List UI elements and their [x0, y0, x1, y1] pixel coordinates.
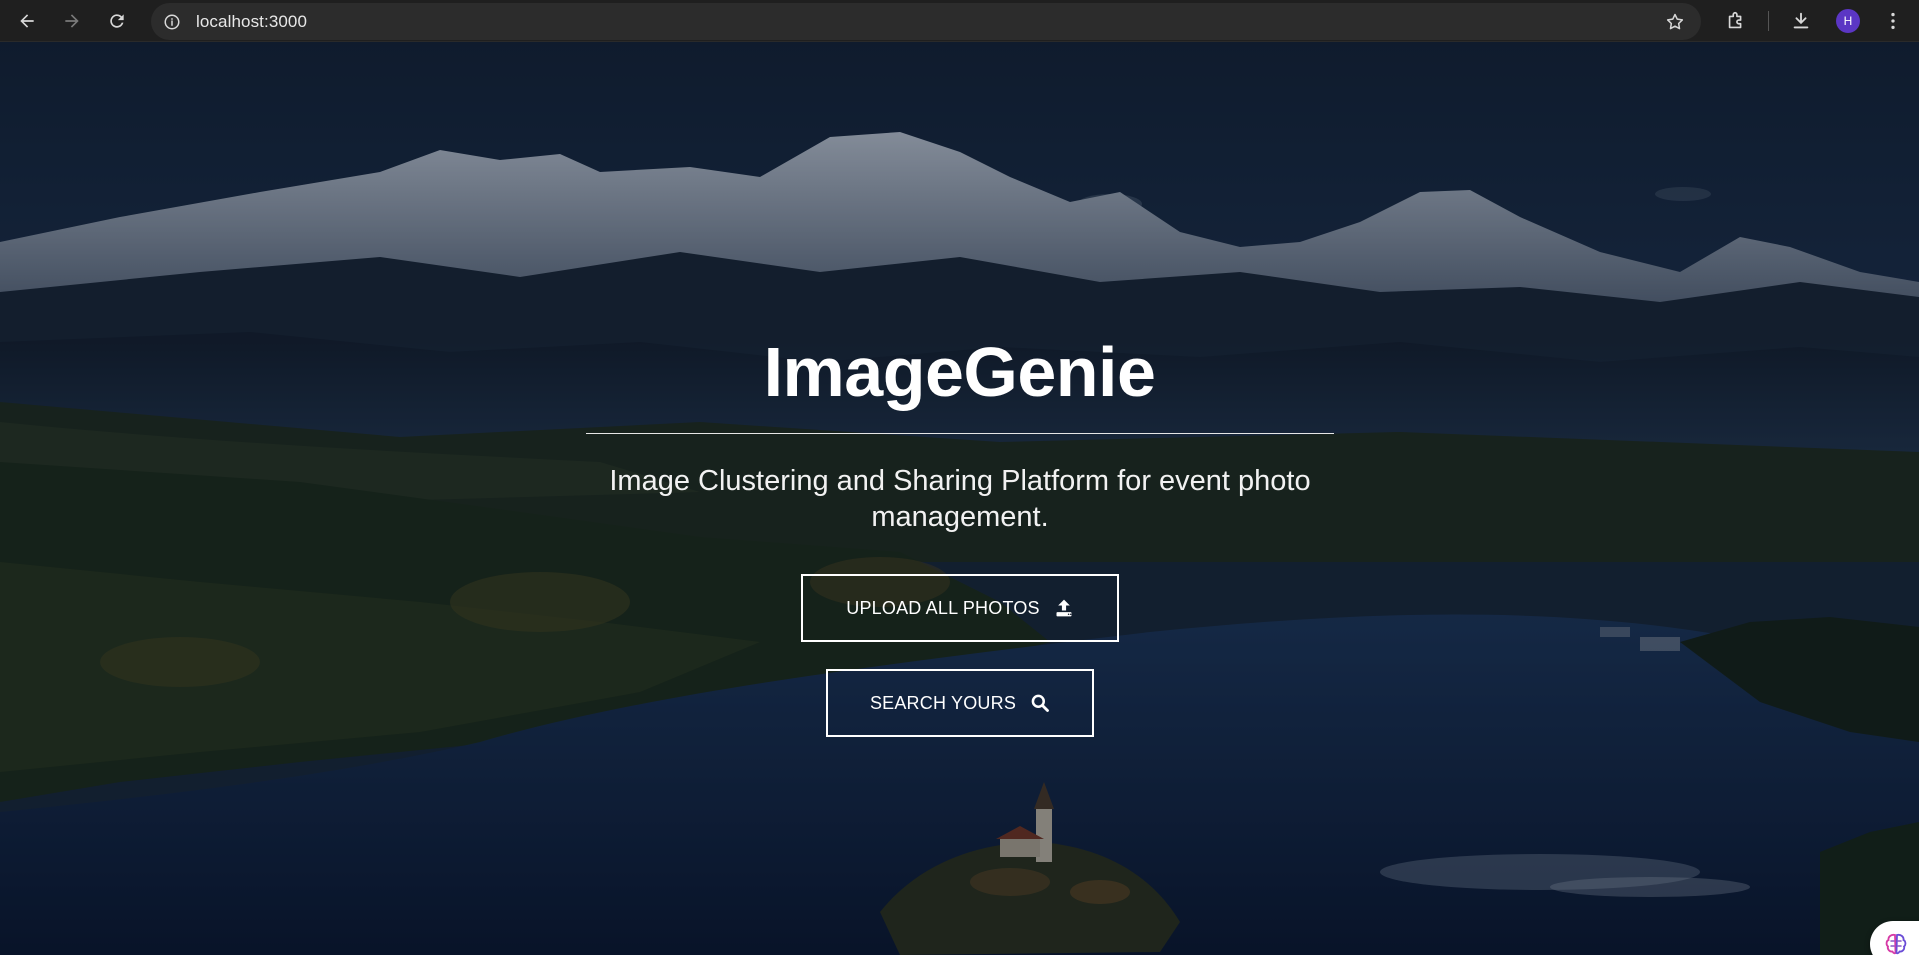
reload-icon: [110, 14, 124, 28]
upload-all-photos-button[interactable]: UPLOAD ALL PHOTOS: [801, 574, 1119, 642]
downloads-icon[interactable]: [1788, 8, 1814, 34]
extensions-icon[interactable]: [1723, 8, 1749, 34]
search-button-label: SEARCH YOURS: [869, 692, 1017, 713]
address-bar[interactable]: localhost:3000: [151, 3, 1701, 40]
arrow-left-icon: [20, 14, 34, 28]
upload-icon: [1056, 599, 1072, 617]
site-info-icon[interactable]: [161, 11, 182, 32]
page-subtitle: Image Clustering and Sharing Platform fo…: [609, 465, 1311, 533]
search-yours-button[interactable]: SEARCH YOURS: [826, 669, 1094, 737]
hero-content: ImageGenie Image Clustering and Sharing …: [0, 42, 1919, 955]
more-menu-icon[interactable]: [1880, 8, 1906, 34]
forward-button[interactable]: [57, 6, 87, 36]
page-title: ImageGenie: [763, 333, 1156, 411]
back-button[interactable]: [12, 6, 42, 36]
toolbar-separator: [1768, 11, 1769, 31]
reload-button[interactable]: [102, 6, 132, 36]
hero-section: ImageGenie Image Clustering and Sharing …: [0, 42, 1919, 955]
search-icon: [1031, 694, 1049, 712]
url-text[interactable]: localhost:3000: [196, 12, 307, 32]
assistant-floating-button[interactable]: [1870, 921, 1919, 955]
browser-toolbar: localhost:3000 H: [0, 0, 1919, 42]
brain-icon: [1885, 933, 1907, 955]
upload-button-label: UPLOAD ALL PHOTOS: [846, 597, 1040, 618]
arrow-right-icon: [65, 14, 79, 28]
title-divider: [586, 433, 1334, 434]
profile-avatar[interactable]: H: [1836, 9, 1860, 33]
bookmark-star-icon[interactable]: [1663, 10, 1687, 34]
